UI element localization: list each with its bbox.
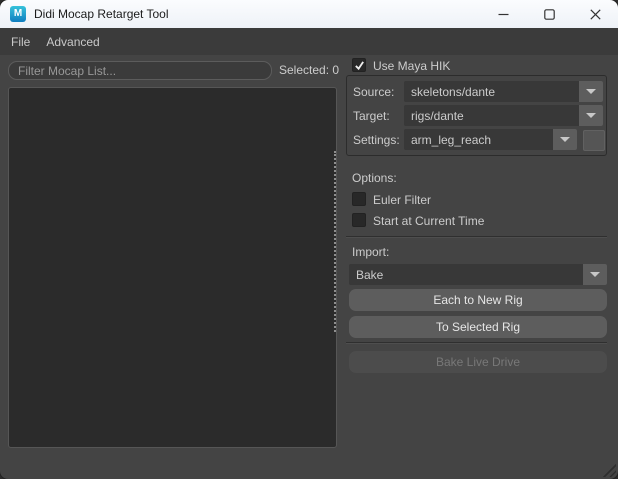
target-label: Target: <box>353 109 390 123</box>
maximize-button[interactable] <box>526 0 572 28</box>
maya-app-icon: M <box>10 6 26 22</box>
use-maya-hik-label: Use Maya HIK <box>373 59 451 73</box>
source-combobox[interactable]: skeletons/dante <box>404 81 603 102</box>
settings-dropdown-button[interactable] <box>553 129 577 150</box>
app-window: M Didi Mocap Retarget Tool File Advanced… <box>0 0 618 479</box>
settings-label: Settings: <box>353 133 400 147</box>
target-value: rigs/dante <box>411 108 464 123</box>
resize-grip[interactable] <box>601 462 616 477</box>
title-bar[interactable]: M Didi Mocap Retarget Tool <box>0 0 618 28</box>
chevron-down-icon <box>586 89 596 94</box>
splitter-handle[interactable] <box>334 151 336 332</box>
settings-combobox[interactable]: arm_leg_reach <box>404 129 577 150</box>
window-title: Didi Mocap Retarget Tool <box>34 7 169 21</box>
options-heading: Options: <box>352 171 397 185</box>
import-mode-value: Bake <box>356 267 384 282</box>
target-dropdown-button[interactable] <box>579 105 603 126</box>
settings-extra-button[interactable] <box>583 130 605 151</box>
chevron-down-icon <box>560 137 570 142</box>
target-combobox[interactable]: rigs/dante <box>404 105 603 126</box>
import-mode-combobox[interactable]: Bake <box>349 264 607 285</box>
euler-filter-checkbox[interactable] <box>352 192 366 206</box>
chevron-down-icon <box>590 272 600 277</box>
mocap-list[interactable] <box>8 87 337 448</box>
bake-live-drive-button[interactable]: Bake Live Drive <box>349 351 607 373</box>
import-heading: Import: <box>352 245 390 259</box>
menu-advanced[interactable]: Advanced <box>38 28 107 55</box>
chevron-down-icon <box>586 113 596 118</box>
import-mode-dropdown-button[interactable] <box>583 264 607 285</box>
checkmark-icon <box>354 60 364 70</box>
filter-mocap-input[interactable] <box>8 61 272 80</box>
menu-bar: File Advanced <box>0 28 618 55</box>
each-to-new-rig-button[interactable]: Each to New Rig <box>349 289 607 311</box>
source-value: skeletons/dante <box>411 84 496 99</box>
maximize-icon <box>543 8 555 20</box>
close-icon <box>589 8 601 20</box>
window-controls <box>480 0 618 28</box>
minimize-icon <box>498 13 508 15</box>
separator <box>346 342 607 344</box>
close-button[interactable] <box>572 0 618 28</box>
settings-value: arm_leg_reach <box>411 132 492 147</box>
to-selected-rig-button[interactable]: To Selected Rig <box>349 316 607 338</box>
menu-file[interactable]: File <box>3 28 38 55</box>
separator <box>346 236 607 238</box>
start-at-current-time-label: Start at Current Time <box>373 214 485 228</box>
use-maya-hik-checkbox[interactable] <box>352 58 366 72</box>
euler-filter-label: Euler Filter <box>373 193 432 207</box>
source-dropdown-button[interactable] <box>579 81 603 102</box>
minimize-button[interactable] <box>480 0 526 28</box>
source-label: Source: <box>353 85 395 99</box>
selected-count-label: Selected: 0 <box>279 63 340 77</box>
start-at-current-time-checkbox[interactable] <box>352 213 366 227</box>
